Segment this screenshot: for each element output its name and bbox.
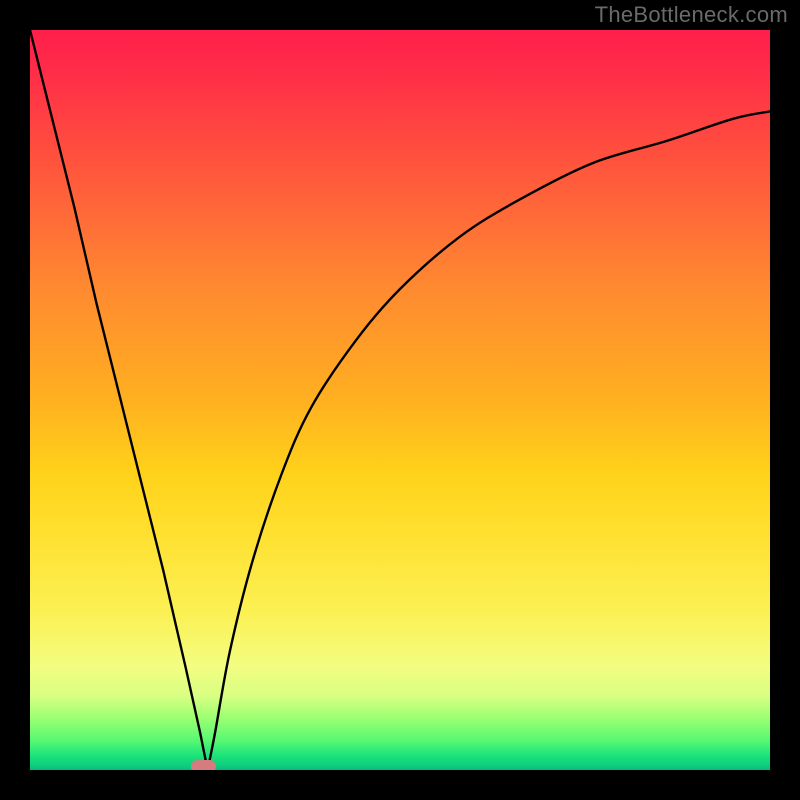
- plot-area: [30, 30, 770, 770]
- bottleneck-curve: [30, 30, 770, 770]
- watermark-text: TheBottleneck.com: [595, 2, 788, 28]
- chart-frame: TheBottleneck.com: [0, 0, 800, 800]
- curve-path: [30, 30, 770, 770]
- valley-marker: [191, 760, 216, 770]
